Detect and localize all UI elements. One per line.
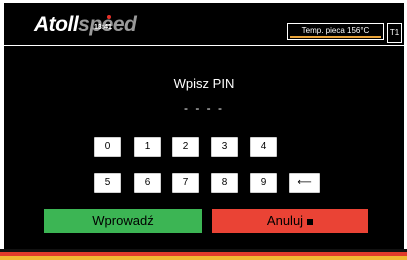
header: Atollspeed 13:41 Temp. pieca 156°C T1 [4,3,404,46]
clock: 13:41 [91,15,127,37]
alert-dot-icon [107,15,111,19]
backspace-key[interactable]: ⟵ [289,173,320,193]
temperature-bar [290,36,381,38]
t1-button[interactable]: T1 [387,23,402,43]
enter-button-label: Wprowadź [92,213,154,228]
key-4[interactable]: 4 [250,137,277,157]
key-5[interactable]: 5 [94,173,121,193]
cancel-button-label: Anuluj [266,213,304,228]
flag-stripe-gold [0,256,407,260]
clock-time: 13:41 [94,24,112,31]
key-0[interactable]: 0 [94,137,121,157]
key-3[interactable]: 3 [211,137,238,157]
stop-square-icon [307,219,314,225]
logo-text-primary: Atoll [34,13,79,36]
key-9[interactable]: 9 [250,173,277,193]
pin-input-mask: - - - - [184,101,224,115]
key-6[interactable]: 6 [134,173,161,193]
enter-button[interactable]: Wprowadź [44,209,202,233]
key-1[interactable]: 1 [134,137,161,157]
key-8[interactable]: 8 [211,173,238,193]
pin-title: Wpisz PIN [173,76,235,91]
cancel-button[interactable]: Anuluj [212,209,368,233]
key-2[interactable]: 2 [172,137,199,157]
temperature-indicator[interactable]: Temp. pieca 156°C [287,23,384,40]
device-screen: Atollspeed 13:41 Temp. pieca 156°C T1 Wp… [4,3,404,249]
key-7[interactable]: 7 [172,173,199,193]
